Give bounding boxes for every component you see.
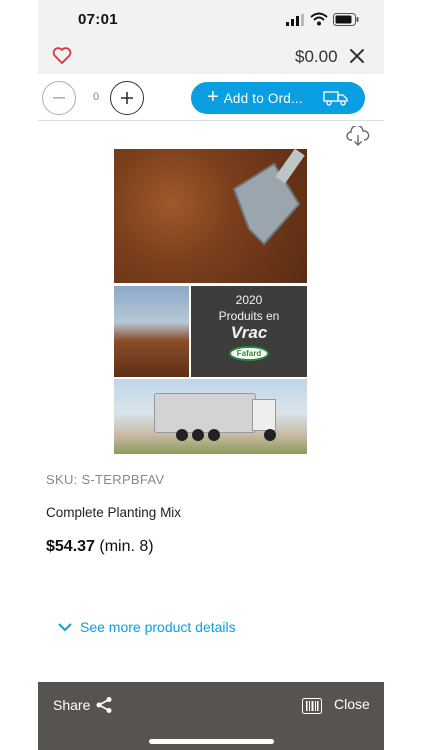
cart-total: $0.00 <box>295 47 338 66</box>
minus-icon <box>53 97 65 99</box>
shovel-graphic <box>232 148 305 246</box>
status-time: 07:01 <box>78 11 118 28</box>
catalog-title-panel: 2020 Produits en Vrac Fafard <box>191 286 307 377</box>
share-icon <box>96 697 112 713</box>
see-more-details-link[interactable]: See more product details <box>58 619 236 635</box>
product-name: Complete Planting Mix <box>46 505 182 520</box>
quantity-value[interactable]: 0 <box>88 91 104 103</box>
plus-icon <box>121 92 133 104</box>
chevron-down-icon <box>58 622 72 631</box>
truck-icon <box>323 91 348 106</box>
battery-icon <box>333 13 359 26</box>
min-quantity: (min. 8) <box>99 538 154 555</box>
add-plus-icon: + <box>207 86 219 108</box>
truck-wheel <box>176 429 188 441</box>
home-indicator[interactable] <box>149 739 274 744</box>
add-to-order-label: Add to Ord... <box>223 90 303 106</box>
catalog-year: 2020 <box>235 293 263 307</box>
app-screen: 07:01 $0.00 0 + Add to Ord... 2020 Produ… <box>38 0 384 750</box>
quantity-row: 0 + Add to Ord... <box>38 74 384 121</box>
soil-shovel-photo <box>114 148 307 283</box>
increment-button[interactable] <box>110 81 144 115</box>
product-sku: SKU: S-TERPBFAV <box>46 472 165 487</box>
truck-wheel <box>264 429 276 441</box>
see-more-label: See more product details <box>80 619 236 635</box>
share-button[interactable]: Share <box>53 696 113 714</box>
barcode-icon[interactable] <box>302 698 322 714</box>
catalog-line1: Produits en <box>218 309 280 323</box>
product-image: 2020 Produits en Vrac Fafard <box>114 148 307 454</box>
price-value: $54.37 <box>46 538 95 555</box>
signal-icon <box>286 14 304 26</box>
add-to-order-button[interactable]: + Add to Ord... <box>191 82 365 114</box>
cart-header: $0.00 <box>38 40 384 74</box>
close-button[interactable]: Close <box>334 696 370 712</box>
close-icon[interactable] <box>349 48 365 64</box>
brand-logo: Fafard <box>228 346 270 361</box>
excavator-photo <box>114 286 189 377</box>
truck-wheel <box>192 429 204 441</box>
wifi-icon <box>310 12 328 26</box>
truck-wheel <box>208 429 220 441</box>
bottom-bar: Share Close <box>38 682 384 750</box>
heart-icon[interactable] <box>52 47 72 65</box>
cloud-download-icon[interactable] <box>346 126 370 148</box>
status-bar: 07:01 <box>38 0 384 40</box>
truck-cab <box>252 399 276 431</box>
dump-truck-photo <box>114 379 307 454</box>
truck-trailer <box>154 393 256 433</box>
catalog-line2: Vrac <box>230 323 268 342</box>
share-label: Share <box>53 697 91 713</box>
product-price: $54.37 (min. 8) <box>46 538 154 556</box>
decrement-button[interactable] <box>42 81 76 115</box>
